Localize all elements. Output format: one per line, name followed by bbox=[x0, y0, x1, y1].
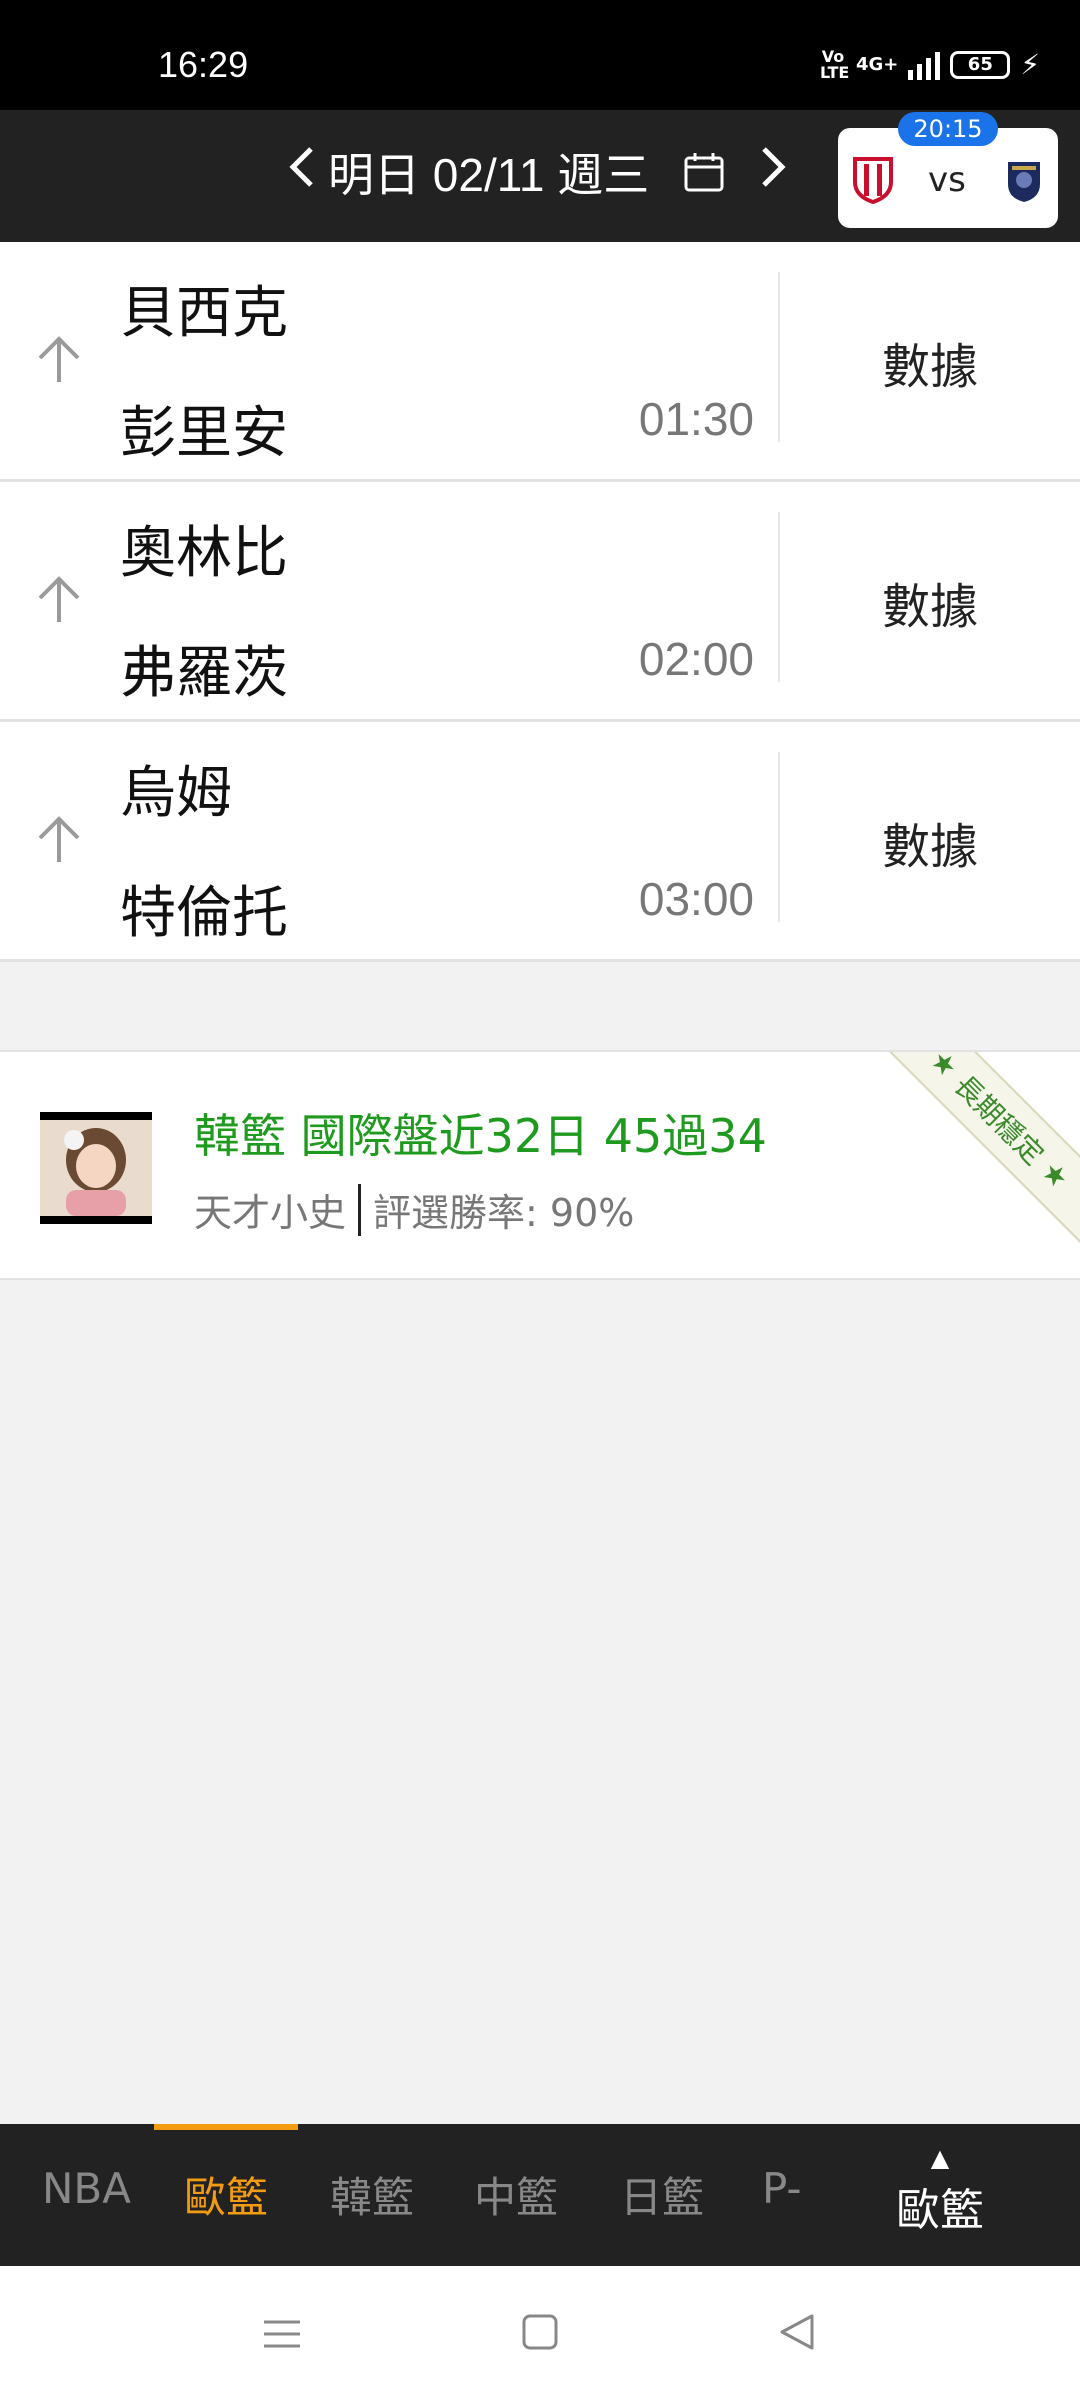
network-type: 4G+ bbox=[855, 54, 899, 75]
match-time-badge: 20:15 bbox=[898, 112, 998, 146]
tab-korea-basketball[interactable]: 韓籃 bbox=[330, 2164, 414, 2225]
home-team: 烏姆 bbox=[120, 761, 232, 826]
expert-name: 天才小史 bbox=[194, 1191, 347, 1235]
away-team: 特倫托 bbox=[120, 881, 288, 946]
separator bbox=[358, 1183, 362, 1236]
current-league-label: 歐籃 bbox=[896, 2185, 984, 2236]
navy-crest-logo bbox=[1008, 162, 1040, 202]
away-team: 彭里安 bbox=[120, 401, 288, 466]
calendar-icon[interactable] bbox=[683, 151, 725, 193]
arrow-up-icon[interactable] bbox=[36, 814, 82, 864]
match-row[interactable]: 烏姆 特倫托 03:00 數據 bbox=[0, 722, 1080, 962]
kickoff-time: 02:00 bbox=[638, 633, 754, 685]
current-league-selector[interactable]: ▲ 歐籃 bbox=[890, 2146, 990, 2238]
home-icon[interactable] bbox=[522, 2312, 558, 2352]
league-tabs: NBA 歐籃 韓籃 中籃 日籃 P- ▲ 歐籃 bbox=[0, 2124, 1080, 2266]
arrow-up-icon[interactable] bbox=[36, 574, 82, 624]
long-term-stable-ribbon: ★ 長期穩定 ★ bbox=[872, 1050, 1080, 1247]
date-navigator: 明日 02/11 週三 bbox=[280, 140, 795, 204]
status-time: 16:29 bbox=[158, 44, 249, 85]
volte-icon: Vo LTE bbox=[819, 46, 850, 82]
expert-subtitle: 天才小史 評選勝率: 90% bbox=[194, 1182, 634, 1237]
battery-icon: 65 bbox=[950, 50, 1011, 79]
system-nav-bar bbox=[0, 2266, 1080, 2400]
data-button[interactable]: 數據 bbox=[780, 242, 1080, 482]
back-icon[interactable] bbox=[778, 2312, 814, 2352]
tab-euro-basketball[interactable]: 歐籃 bbox=[184, 2164, 268, 2225]
star-icon: ★ bbox=[1035, 1154, 1077, 1196]
chevron-left-icon[interactable] bbox=[280, 145, 324, 200]
signal-icon bbox=[908, 50, 941, 80]
triangle-up-icon: ▲ bbox=[930, 2144, 950, 2172]
header-bar: 明日 02/11 週三 20:15 vs bbox=[0, 110, 1080, 242]
match-row[interactable]: 貝西克 彭里安 01:30 數據 bbox=[0, 242, 1080, 482]
tab-p-league[interactable]: P- bbox=[762, 2164, 802, 2213]
kickoff-time: 01:30 bbox=[638, 393, 754, 445]
away-team: 弗羅茨 bbox=[120, 641, 288, 706]
tab-china-basketball[interactable]: 中籃 bbox=[474, 2164, 558, 2225]
chevron-right-icon[interactable] bbox=[751, 145, 795, 200]
star-icon: ★ bbox=[923, 1050, 965, 1084]
red-shield-logo bbox=[853, 157, 893, 204]
kickoff-time: 03:00 bbox=[638, 873, 754, 925]
date-label[interactable]: 明日 02/11 週三 bbox=[328, 139, 649, 205]
match-list: 貝西克 彭里安 01:30 數據 奧林比 弗羅茨 02:00 數據 烏姆 特倫托… bbox=[0, 242, 1080, 962]
expert-record-title: 韓籃 國際盤近32日 45過34 bbox=[194, 1109, 767, 1163]
charging-icon: ⚡ bbox=[1020, 48, 1040, 81]
match-row[interactable]: 奧林比 弗羅茨 02:00 數據 bbox=[0, 482, 1080, 722]
status-bar: 16:29 Vo LTE 4G+ 65 ⚡ bbox=[0, 0, 1080, 110]
avatar bbox=[40, 1112, 152, 1224]
data-button[interactable]: 數據 bbox=[780, 722, 1080, 962]
expert-card[interactable]: 韓籃 國際盤近32日 45過34 天才小史 評選勝率: 90% ★ 長期穩定 ★ bbox=[0, 1050, 1080, 1280]
status-icons: Vo LTE 4G+ 65 ⚡ bbox=[820, 48, 1040, 81]
menu-icon[interactable] bbox=[262, 2314, 302, 2354]
expert-win-rate: 評選勝率: 90% bbox=[373, 1191, 635, 1235]
active-tab-indicator bbox=[154, 2124, 298, 2130]
arrow-up-icon[interactable] bbox=[36, 334, 82, 384]
ribbon-label: 長期穩定 bbox=[947, 1068, 1051, 1172]
live-match-card[interactable]: 20:15 vs bbox=[838, 112, 1058, 228]
vs-label: vs bbox=[928, 160, 966, 200]
tab-nba[interactable]: NBA bbox=[42, 2164, 131, 2213]
home-team: 奧林比 bbox=[120, 521, 288, 586]
home-team: 貝西克 bbox=[120, 281, 288, 346]
data-button[interactable]: 數據 bbox=[780, 482, 1080, 722]
tab-japan-basketball[interactable]: 日籃 bbox=[620, 2164, 704, 2225]
